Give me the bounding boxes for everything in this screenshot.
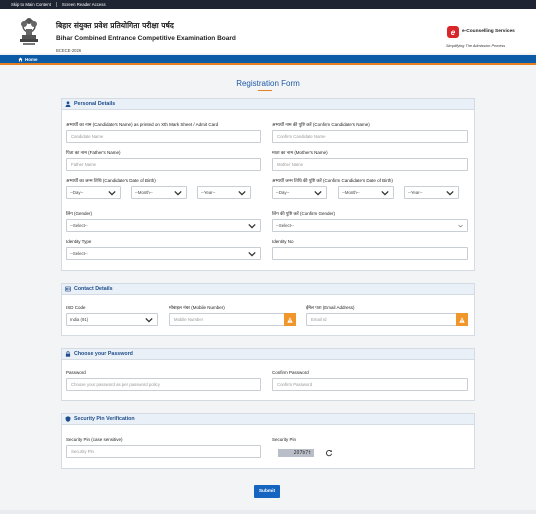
confirm-dob-year-value: --Year--: [408, 190, 423, 195]
chevron-down-icon: [381, 190, 389, 196]
refresh-icon[interactable]: [325, 449, 333, 457]
partner-tagline: Simplifying The Admission Process: [446, 44, 506, 48]
personal-details-header: Personal Details: [62, 99, 474, 110]
shield-icon: [65, 416, 71, 422]
page-bottom-edge: [0, 510, 536, 514]
dob-year-select[interactable]: --Year--: [197, 186, 251, 199]
confirm-password-label: Confirm Password: [272, 370, 309, 375]
chevron-down-icon: [458, 224, 463, 228]
warning-icon: [456, 313, 468, 326]
captcha-image: 2O7b7t: [278, 449, 314, 457]
confirm-dob-year-select[interactable]: --Year--: [404, 186, 459, 199]
chevron-down-icon: [248, 251, 256, 257]
dob-day-select[interactable]: --Day--: [66, 186, 121, 199]
section-title: Personal Details: [74, 101, 116, 107]
password-card: Choose your Password: [61, 348, 475, 401]
candidate-name-input[interactable]: Candidate Name: [66, 130, 261, 143]
nav-home-label: Home: [25, 57, 38, 62]
dob-day-value: --Day--: [70, 190, 84, 195]
chevron-down-icon: [248, 223, 256, 229]
chevron-down-icon: [145, 317, 153, 323]
gender-value: --Select--: [70, 223, 88, 228]
contact-details-card: Contact Details: [61, 283, 475, 336]
chevron-down-icon: [174, 190, 182, 196]
section-title: Security Pin Verification: [74, 416, 135, 422]
security-pin-header: Security Pin Verification: [62, 414, 474, 425]
confirm-dob-day-select[interactable]: --Day--: [272, 186, 327, 199]
main-navbar: Home: [0, 55, 536, 65]
password-input[interactable]: Choose your password as per password pol…: [66, 378, 261, 391]
dob-label: अभ्यर्थी का जन्म तिथि (Candidate's Date …: [66, 178, 156, 183]
confirm-dob-label: अभ्यर्थी जन्म तिथि की पुष्टि करें (Confi…: [272, 178, 393, 183]
isd-code-label: ISD Code: [66, 305, 86, 310]
contact-details-header: Contact Details: [62, 284, 474, 295]
isd-code-select[interactable]: India (91): [66, 313, 158, 326]
mobile-label: मोबाइल नंबर (Mobile Number): [169, 305, 225, 310]
section-title: Choose your Password: [74, 351, 133, 357]
e-counselling-logo-icon: e: [447, 26, 459, 38]
gender-label: लिंग (Gender): [66, 211, 93, 216]
mobile-placeholder: Mobile Number: [174, 317, 204, 322]
confirm-dob-day-value: --Day--: [276, 190, 290, 195]
accessibility-bar: Skip to Main Content Screen Reader Acces…: [0, 0, 536, 9]
contact-card-icon: [65, 286, 71, 292]
captcha-label: Security Pin: [272, 437, 297, 442]
email-placeholder: Email Id: [311, 317, 327, 322]
confirm-dob-month-select[interactable]: --Month--: [338, 186, 394, 199]
confirm-gender-select[interactable]: --Select--: [272, 219, 468, 232]
lock-icon: [65, 351, 71, 357]
identity-no-label: Identity No: [272, 239, 294, 244]
mobile-input[interactable]: Mobile Number: [169, 313, 296, 326]
confirm-dob-month-value: --Month--: [342, 190, 360, 195]
identity-type-value: --Select--: [70, 251, 88, 256]
chevron-down-icon: [446, 190, 454, 196]
dob-month-select[interactable]: --Month--: [131, 186, 187, 199]
candidate-name-label: अभ्यर्थी का नाम (Candidate's Name) as pr…: [66, 122, 219, 127]
father-name-input[interactable]: Father Name: [66, 158, 261, 171]
security-pin-label: Security Pin (case sensitive): [66, 437, 123, 442]
password-label: Password: [66, 370, 86, 375]
father-name-label: पिता का नाम (Father's Name): [66, 150, 121, 155]
mother-name-input[interactable]: Mother Name: [272, 158, 468, 171]
chevron-down-icon: [314, 190, 322, 196]
partner-name: e-Counselling Services: [462, 29, 515, 34]
confirm-gender-value: --Select--: [276, 223, 294, 228]
confirm-name-label: अभ्यर्थी नाम की पुष्टि करें (Confirm Can…: [272, 122, 370, 127]
security-pin-input[interactable]: Security Pin: [66, 445, 261, 458]
title-underline: [258, 90, 272, 91]
page-title: Registration Form: [236, 79, 300, 88]
identity-type-select[interactable]: --Select--: [66, 247, 261, 260]
identity-type-label: Identity Type: [66, 239, 92, 244]
email-input[interactable]: Email Id: [306, 313, 468, 326]
isd-code-value: India (91): [70, 317, 89, 322]
site-header: बिहार संयुक्त प्रवेश प्रतियोगिता परीक्षा…: [0, 9, 536, 53]
divider: [55, 2, 57, 7]
dob-month-value: --Month--: [135, 190, 153, 195]
confirm-gender-label: लिंग की पुष्टि करें (Confirm Gender): [272, 211, 336, 216]
warning-icon: [284, 313, 296, 326]
screen-reader-link[interactable]: Screen Reader Access: [62, 2, 106, 7]
dob-year-value: --Year--: [201, 190, 216, 195]
home-icon: [18, 57, 23, 62]
confirm-password-input[interactable]: Confirm Password: [272, 378, 468, 391]
nav-home[interactable]: Home: [18, 57, 38, 62]
security-pin-card: Security Pin Verification: [61, 413, 475, 469]
chevron-down-icon: [238, 190, 246, 196]
chevron-down-icon: [108, 190, 116, 196]
user-icon: [65, 101, 71, 107]
password-header: Choose your Password: [62, 349, 474, 360]
mother-name-label: माता का नाम (Mother's Name): [272, 150, 328, 155]
national-emblem-icon: [20, 18, 38, 45]
board-title-hindi: बिहार संयुक्त प्रवेश प्रतियोगिता परीक्षा…: [56, 21, 174, 30]
exam-code: BCECE-2026: [56, 48, 82, 53]
email-label: ईमेल पता (Email Address): [306, 305, 355, 310]
board-title-english: Bihar Combined Entrance Competitive Exam…: [56, 35, 236, 42]
skip-to-main-link[interactable]: Skip to Main Content: [11, 2, 51, 7]
confirm-name-input[interactable]: Confirm Candidate Name: [272, 130, 468, 143]
identity-no-input[interactable]: [272, 247, 468, 260]
section-title: Contact Details: [74, 286, 113, 292]
gender-select[interactable]: --Select--: [66, 219, 261, 232]
submit-button[interactable]: Submit: [254, 485, 280, 498]
